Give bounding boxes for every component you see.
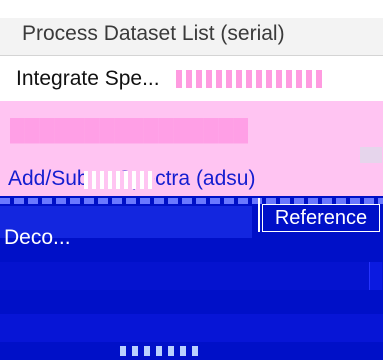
menu-item-decompose-label: Deco... [4, 226, 71, 249]
panel-bottom-strip [120, 346, 200, 356]
divider [360, 147, 382, 163]
menu-item-decompose[interactable]: Deco... [0, 226, 383, 256]
menu-title-bar: Process Dataset List (serial) [0, 18, 383, 56]
panel-row [0, 262, 383, 290]
pink-noise-overlay [176, 70, 322, 88]
menu-item-integrate-label: Integrate Spe... [16, 67, 160, 90]
panel-scroll[interactable] [369, 262, 382, 290]
menu-item-integrate[interactable]: Integrate Spe... [0, 57, 383, 101]
pink-overlay-band: ████████████████ [0, 101, 383, 163]
panel-row [0, 314, 383, 342]
text-noise-overlay [84, 171, 154, 189]
overlay-text: ████████████████ [10, 119, 249, 142]
menu-title: Process Dataset List (serial) [22, 22, 285, 45]
menu-item-add-sub[interactable]: Add/Sub ... Spectra (adsu) [0, 163, 383, 196]
